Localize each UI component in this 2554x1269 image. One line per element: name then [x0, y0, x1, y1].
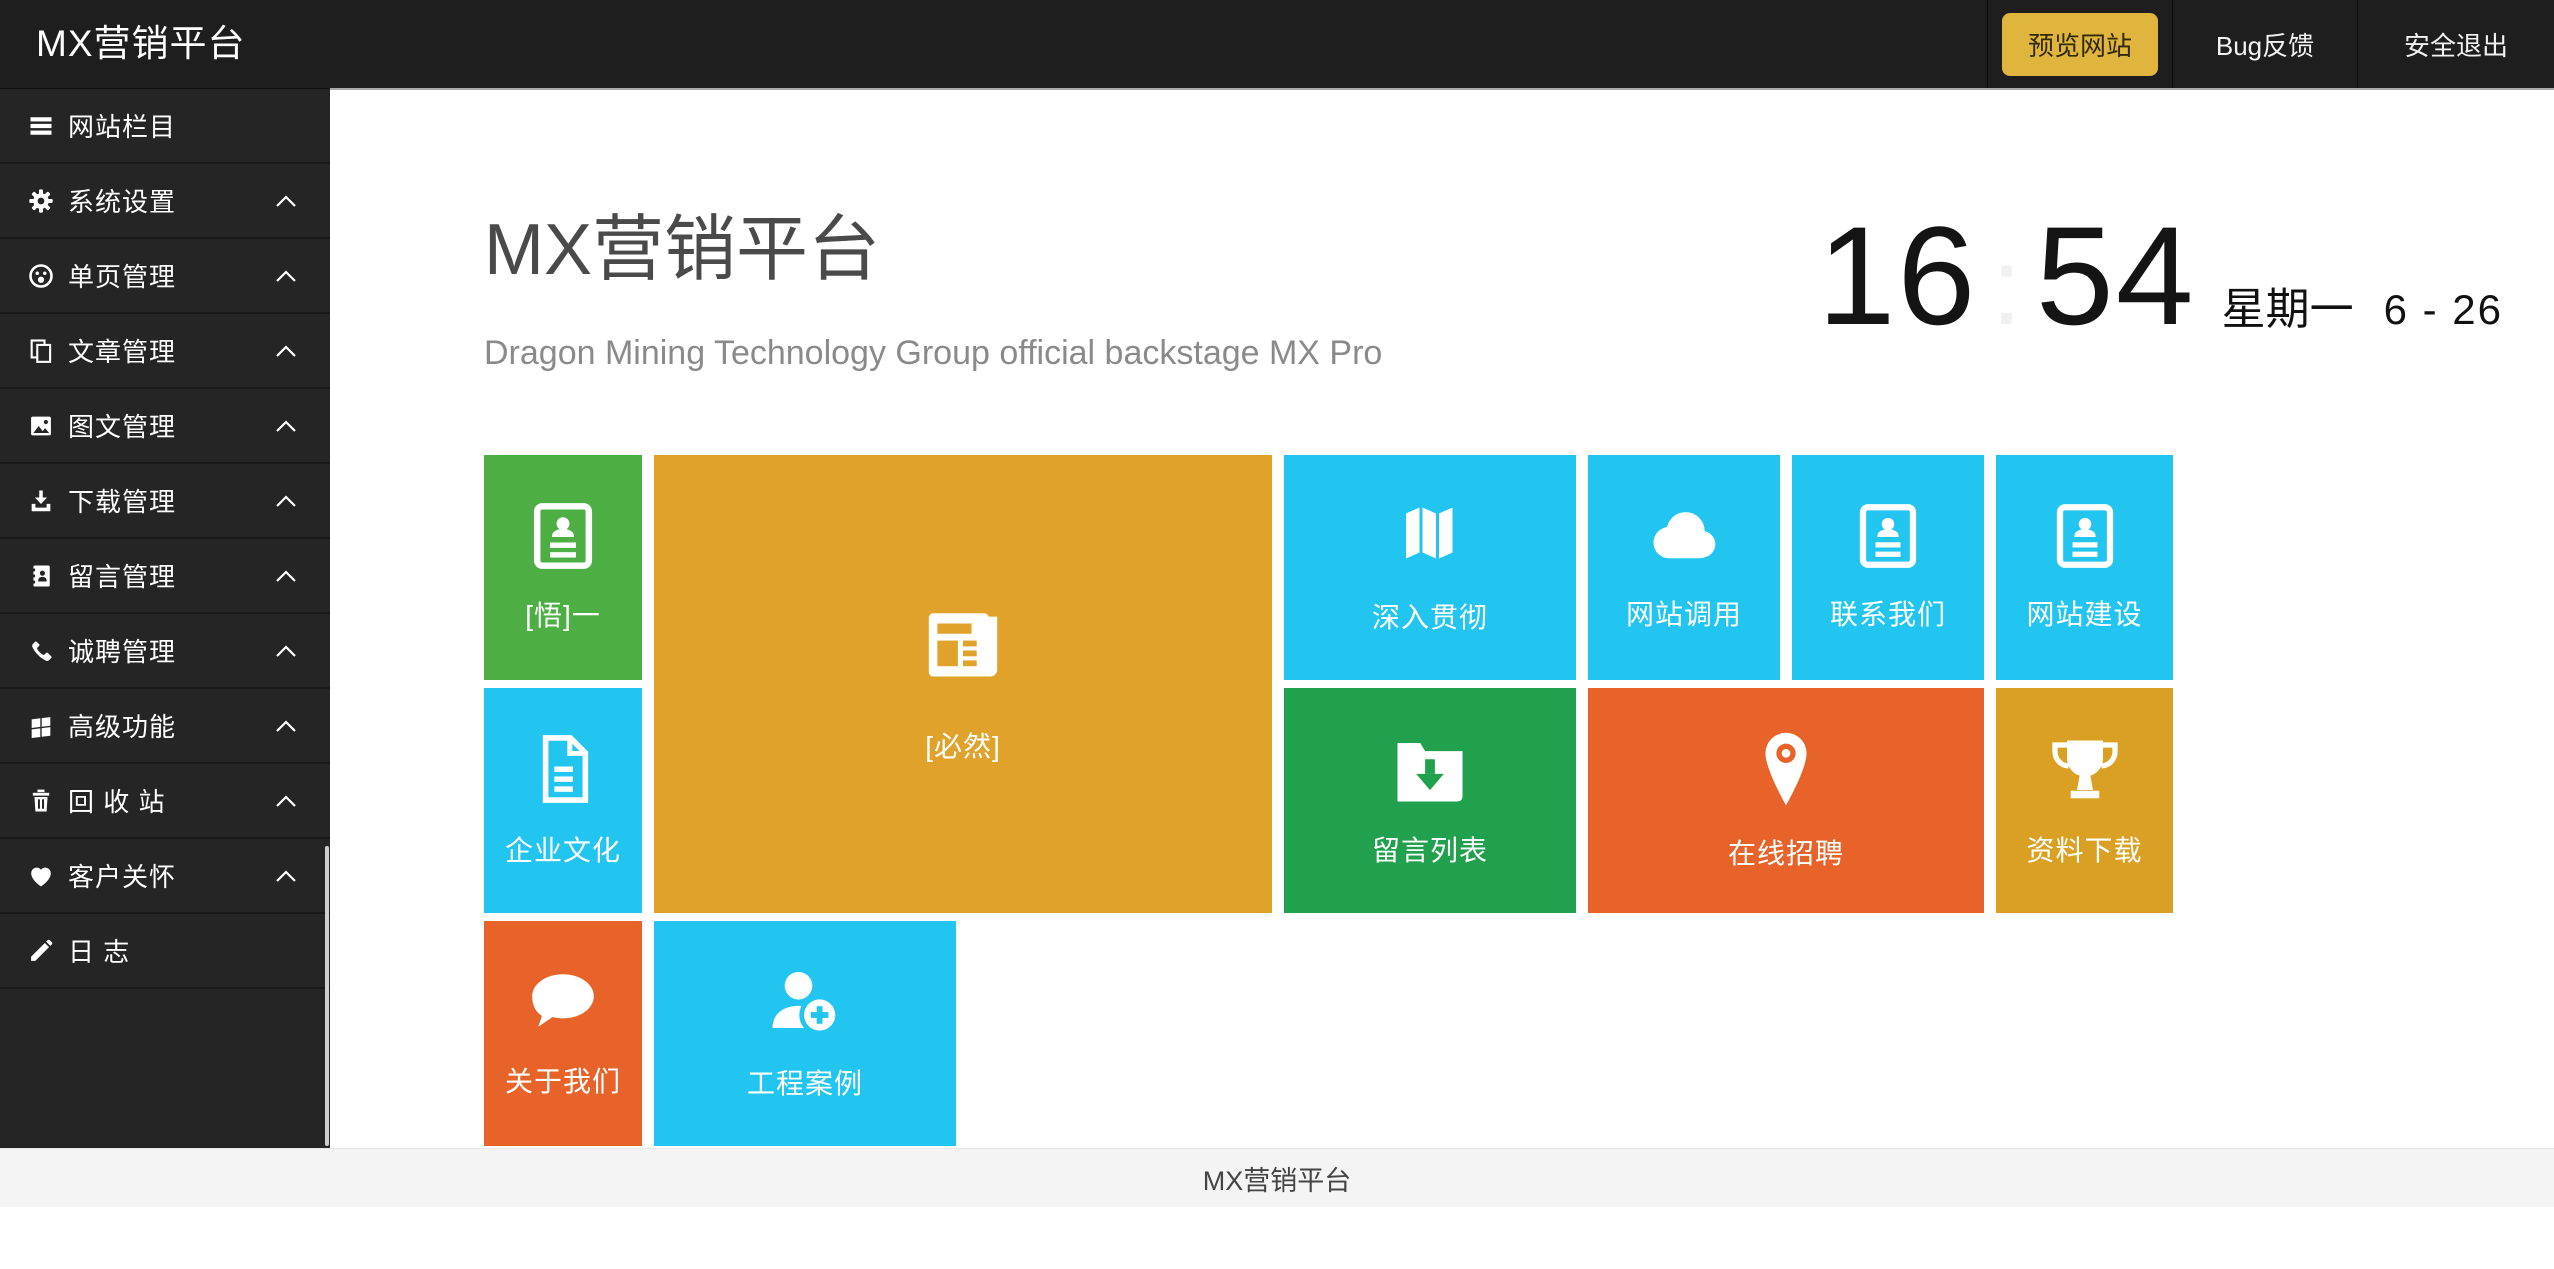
chevron-up-icon	[274, 269, 298, 283]
clock-date: 6 - 26	[2384, 286, 2503, 334]
sidebar-item-advanced[interactable]: 高级功能	[0, 689, 330, 764]
image-icon	[26, 411, 56, 441]
tile-project-cases[interactable]: 工程案例	[654, 921, 956, 1146]
page-subtitle: Dragon Mining Technology Group official …	[484, 334, 1382, 373]
heart-icon	[26, 861, 56, 891]
windows-icon	[26, 711, 56, 741]
chevron-up-icon	[274, 794, 298, 808]
sidebar: 网站栏目 系统设置 单页管理 文章管理 图文管理	[0, 88, 330, 1148]
tile-site-api[interactable]: 网站调用	[1588, 455, 1780, 680]
location-pin-icon	[1757, 730, 1815, 808]
preview-site-section: 预览网站	[1987, 0, 2172, 88]
sidebar-item-single-page[interactable]: 单页管理	[0, 239, 330, 314]
chevron-up-icon	[274, 569, 298, 583]
tile-contact-us[interactable]: 联系我们	[1792, 455, 1984, 680]
chevron-up-icon	[274, 194, 298, 208]
contact-card-icon	[2055, 503, 2115, 569]
chevron-up-icon	[274, 869, 298, 883]
contact-book-icon	[26, 561, 56, 591]
logout-button[interactable]: 安全退出	[2357, 0, 2554, 88]
hero-section: MX营销平台 Dragon Mining Technology Group of…	[330, 90, 2554, 455]
cloud-icon	[1644, 503, 1724, 569]
chevron-up-icon	[274, 419, 298, 433]
newspaper-icon	[922, 603, 1004, 685]
download-icon	[26, 486, 56, 516]
app-logo: MX营销平台	[0, 0, 246, 88]
tile-data-download[interactable]: 资料下载	[1996, 688, 2173, 913]
tile-about-us[interactable]: 关于我们	[484, 921, 642, 1146]
tile-biran[interactable]: [必然]	[654, 455, 1272, 913]
sidebar-item-recruitment[interactable]: 诚聘管理	[0, 614, 330, 689]
sidebar-item-downloads[interactable]: 下载管理	[0, 464, 330, 539]
chevron-up-icon	[274, 344, 298, 358]
tile-online-recruitment[interactable]: 在线招聘	[1588, 688, 1984, 913]
document-icon	[533, 733, 593, 805]
sidebar-item-system-settings[interactable]: 系统设置	[0, 164, 330, 239]
sidebar-item-messages[interactable]: 留言管理	[0, 539, 330, 614]
page-title: MX营销平台	[484, 190, 880, 295]
contact-card-icon	[1858, 503, 1918, 569]
sidebar-item-logs[interactable]: 日 志	[0, 914, 330, 989]
gear-icon	[26, 186, 56, 216]
tile-grid: [悟]一 [必然] 深入贯彻 网站调用 联系我们	[484, 455, 2174, 1146]
menu-icon	[26, 111, 56, 141]
sidebar-item-customer-care[interactable]: 客户关怀	[0, 839, 330, 914]
clock-colon: :	[1991, 232, 2022, 342]
chevron-up-icon	[274, 494, 298, 508]
chevron-up-icon	[274, 719, 298, 733]
clock-weekday: 星期一	[2222, 273, 2354, 337]
top-header: MX营销平台 预览网站 Bug反馈 安全退出	[0, 0, 2554, 88]
contact-card-icon	[532, 502, 594, 570]
sidebar-item-recycle-bin[interactable]: 回 收 站	[0, 764, 330, 839]
folder-download-icon	[1391, 733, 1469, 805]
sidebar-scrollbar[interactable]	[325, 846, 329, 1146]
main-content: MX营销平台 Dragon Mining Technology Group of…	[330, 88, 2554, 1148]
preview-site-button[interactable]: 预览网站	[2002, 13, 2158, 76]
phone-icon	[26, 636, 56, 666]
tile-deep-implementation[interactable]: 深入贯彻	[1284, 455, 1576, 680]
footer-text: MX营销平台	[1203, 1159, 1352, 1198]
sidebar-item-image-text[interactable]: 图文管理	[0, 389, 330, 464]
person-add-icon	[766, 966, 844, 1038]
pencil-icon	[26, 936, 56, 966]
tile-corporate-culture[interactable]: 企业文化	[484, 688, 642, 913]
header-actions: 预览网站 Bug反馈 安全退出	[1987, 0, 2554, 88]
clock-minutes: 54	[2036, 206, 2196, 346]
tile-site-construction[interactable]: 网站建设	[1996, 455, 2173, 680]
clock: 16 : 54 星期一 6 - 26	[1818, 206, 2503, 346]
tile-wu-yi[interactable]: [悟]一	[484, 455, 642, 680]
map-icon	[1397, 500, 1463, 572]
tile-message-list[interactable]: 留言列表	[1284, 688, 1576, 913]
app-window: MX营销平台 预览网站 Bug反馈 安全退出 网站栏目 系统设置 单页管理	[0, 0, 2554, 1269]
trophy-icon	[2049, 733, 2121, 805]
chat-bubble-icon	[526, 968, 600, 1036]
trash-icon	[26, 786, 56, 816]
bug-feedback-button[interactable]: Bug反馈	[2172, 0, 2357, 88]
sidebar-item-articles[interactable]: 文章管理	[0, 314, 330, 389]
sidebar-item-site-columns[interactable]: 网站栏目	[0, 89, 330, 164]
chevron-up-icon	[274, 644, 298, 658]
pages-icon	[26, 336, 56, 366]
face-icon	[26, 261, 56, 291]
page-footer: MX营销平台	[0, 1148, 2554, 1207]
clock-hours: 16	[1818, 206, 1978, 346]
